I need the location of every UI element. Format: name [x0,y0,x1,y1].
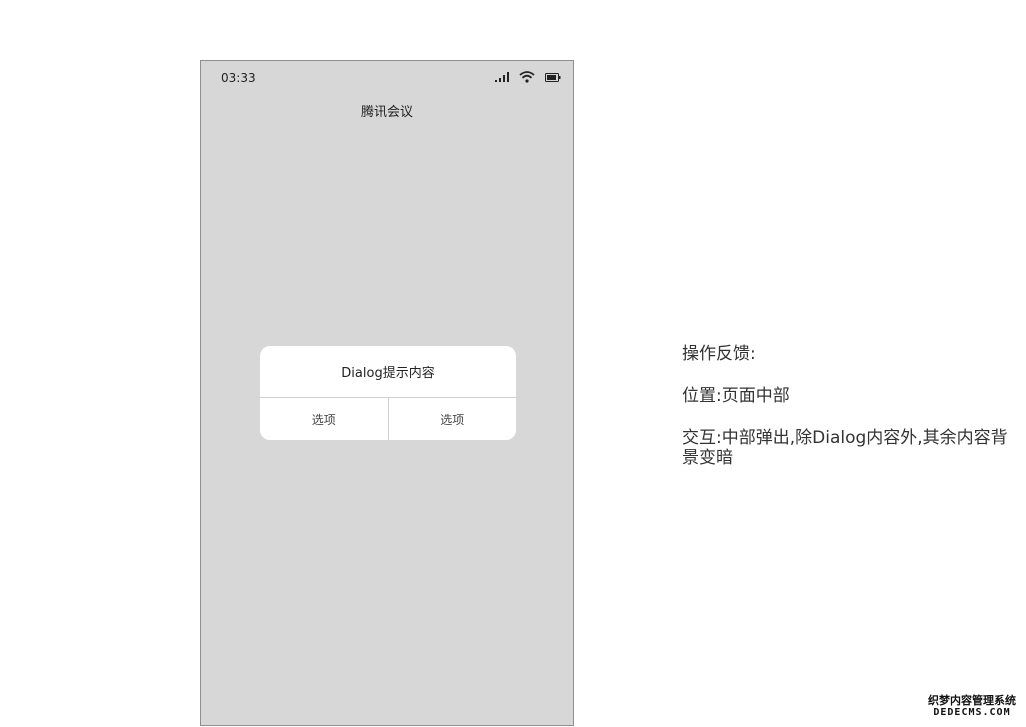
dialog-option-button-right[interactable]: 选项 [387,398,517,440]
wifi-icon [519,71,535,83]
app-title: 腾讯会议 [360,105,413,120]
status-icons [495,71,561,83]
annotation-notes: 操作反馈: 位置:页面中部 交互:中部弹出,除Dialog内容外,其余内容背景变… [682,344,1026,490]
watermark-en: DEDECMS.COM [933,707,1011,718]
watermark-logo: 织梦内容管理系统 DEDECMS.COM [928,695,1016,719]
dialog-actions: 选项 选项 [260,398,516,440]
battery-icon [545,72,561,82]
note-interaction: 交互:中部弹出,除Dialog内容外,其余内容背景变暗 [682,428,1008,468]
dialog-content: Dialog提示内容 [260,346,516,398]
dialog: Dialog提示内容 选项 选项 [260,346,516,440]
status-time: 03:33 [221,71,256,85]
status-bar: 03:33 [201,61,573,95]
note-feedback: 操作反馈: [682,344,756,364]
signal-icon [495,72,509,82]
watermark-cn: 织梦内容管理系统 [928,694,1016,707]
dialog-option-button-left[interactable]: 选项 [260,398,388,440]
note-position: 位置:页面中部 [682,386,790,406]
phone-mockup: 03:33 腾讯会议 Dialog提示内容 选项 选项 [200,60,574,726]
